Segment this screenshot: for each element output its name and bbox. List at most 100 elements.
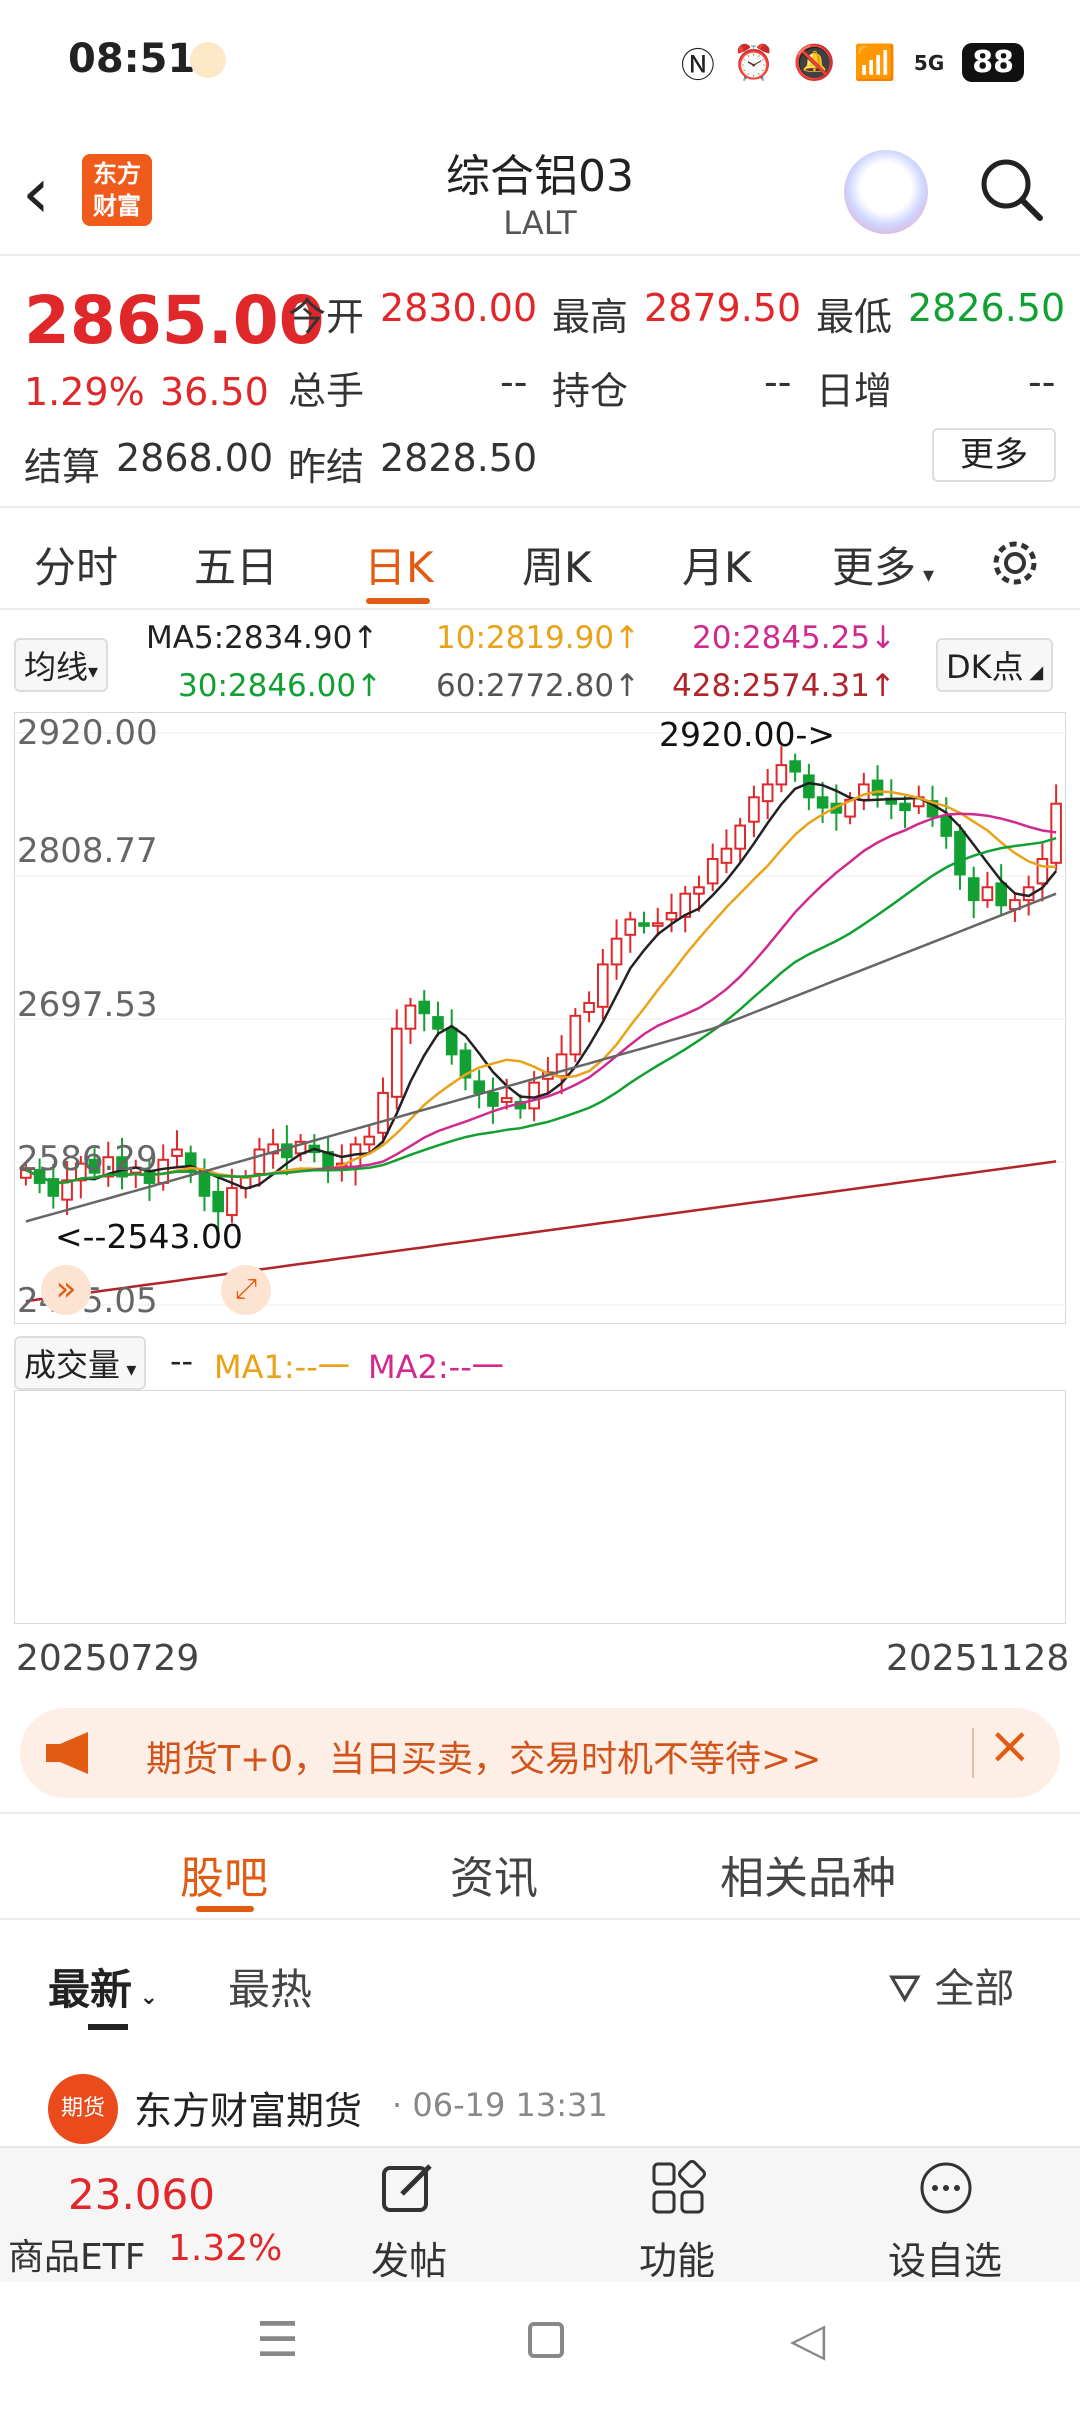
post-button[interactable]: 发帖	[334, 2230, 484, 2285]
candle-body	[624, 918, 637, 936]
ma30-value: 30:2846.00↑	[178, 668, 383, 704]
candle-body	[363, 1135, 376, 1146]
tab-forum[interactable]: 股吧	[180, 1842, 268, 1906]
ma428-value: 428:2574.31↑	[672, 668, 896, 704]
dk-point-button[interactable]: DK点 ◢	[936, 638, 1054, 692]
candle-body	[954, 830, 966, 876]
tab-related[interactable]: 相关品种	[720, 1842, 896, 1906]
tab-news[interactable]: 资讯	[450, 1842, 538, 1906]
y-tick-1: 2920.00	[17, 713, 158, 753]
home-icon[interactable]	[528, 2322, 564, 2358]
candle-body	[226, 1187, 238, 1217]
tab-five-day[interactable]: 五日	[194, 534, 278, 595]
robot-assistant-icon[interactable]	[844, 150, 928, 234]
corner-arrow-icon: ◢	[1023, 662, 1044, 683]
edit-icon[interactable]	[380, 2160, 436, 2216]
ma20-line	[25, 812, 1057, 1185]
promo-banner[interactable]: 期货T+0，当日买卖，交易时机不等待>> ×	[20, 1708, 1060, 1798]
back-icon[interactable]: ◁	[790, 2312, 825, 2366]
prev-settle-label: 昨结	[288, 445, 365, 489]
candle-body	[789, 760, 801, 773]
low-label: 最低	[816, 295, 893, 339]
function-button[interactable]: 功能	[602, 2230, 752, 2285]
volume-select-label: 成交量	[24, 1346, 121, 1384]
volume-legend-row: 成交量 ▾ -- MA1:--一 MA2:--一	[14, 1336, 1066, 1390]
etf-label[interactable]: 商品ETF	[8, 2228, 145, 2280]
tab-monthly-k[interactable]: 月K	[682, 534, 752, 595]
post-author: 东方财富期货	[134, 2089, 363, 2133]
megaphone-icon	[46, 1732, 88, 1774]
add-watchlist-button[interactable]: 设自选	[870, 2230, 1020, 2285]
candle-body	[500, 1097, 513, 1103]
ma5-value: MA5:2834.90↑	[146, 620, 379, 656]
ma10-value: 10:2819.90↑	[436, 620, 641, 656]
daily-increase-label: 日增	[816, 369, 893, 413]
settle-label: 结算	[24, 445, 101, 489]
tab-weekly-k[interactable]: 周K	[522, 534, 592, 595]
filter-label: 全部	[934, 1966, 1015, 2012]
chevron-down-icon: ⌄	[132, 1985, 159, 2010]
alarm-icon: ⏰	[732, 42, 776, 83]
community-tabs: 股吧 资讯 相关品种	[0, 1812, 1080, 1920]
post-item[interactable]: 期货 东方财富期货 · 06-19 13:31	[0, 2066, 1080, 2146]
volume-value: --	[500, 360, 528, 404]
fullscreen-icon[interactable]: ⤢	[221, 1265, 271, 1315]
candle-body	[377, 1091, 389, 1134]
search-icon[interactable]	[978, 156, 1044, 222]
apps-icon[interactable]	[650, 2160, 706, 2216]
close-icon[interactable]: ×	[988, 1716, 1032, 1776]
start-date: 20250729	[16, 1638, 200, 1679]
volume-dash: --	[170, 1342, 194, 1380]
candle-body	[720, 847, 733, 864]
open-interest-label: 持仓	[552, 369, 629, 413]
ma20-value: 20:2845.25↓	[692, 620, 897, 656]
volume-chart[interactable]	[14, 1390, 1066, 1624]
candle-body	[610, 937, 623, 966]
sort-hot[interactable]: 最热	[228, 1956, 312, 2017]
system-nav-bar: ☰ ◁	[0, 2282, 1080, 2412]
period-tabs: 分时 五日 日K 周K 月K 更多 ▾	[0, 506, 1080, 610]
change-amount: 36.50	[160, 370, 269, 414]
ma5-line	[25, 781, 1058, 1190]
candle-body	[157, 1158, 170, 1184]
etf-value[interactable]: 23.060	[68, 2170, 215, 2219]
active-tab-indicator	[366, 598, 430, 604]
more-dots-icon[interactable]	[918, 2160, 974, 2216]
tab-daily-k[interactable]: 日K	[364, 534, 434, 595]
status-bar: 08:51 Ⓝ ⏰ 🔕 📶 5G 88	[0, 0, 1080, 120]
volume-ma2: MA2:--一	[368, 1348, 504, 1386]
change-percent: 1.29%	[24, 370, 145, 414]
volume-select-button[interactable]: 成交量 ▾	[14, 1336, 147, 1390]
high-marker: 2920.00->	[659, 715, 836, 754]
candle-body	[473, 1080, 485, 1094]
candle-body	[418, 1000, 431, 1015]
candle-body	[171, 1148, 183, 1157]
filter-button[interactable]: ⛛ 全部	[888, 1956, 1014, 2014]
y-tick-4: 2586.29	[17, 1139, 158, 1179]
low-value: 2826.50	[908, 286, 1066, 330]
candle-body	[638, 922, 650, 927]
open-interest-value: --	[764, 360, 792, 404]
promo-text: 期货T+0，当日买卖，交易时机不等待>>	[146, 1739, 822, 1780]
etf-percent: 1.32%	[168, 2228, 283, 2269]
candle-body	[761, 783, 774, 803]
high-value: 2879.50	[644, 286, 802, 330]
sort-latest[interactable]: 最新 ⌄	[48, 1956, 158, 2017]
tab-intraday[interactable]: 分时	[34, 534, 118, 595]
tab-more[interactable]: 更多 ▾	[832, 534, 934, 595]
prev-settle-value: 2828.50	[380, 436, 538, 480]
tab-more-label: 更多	[832, 543, 917, 592]
y-tick-3: 2697.53	[17, 985, 158, 1025]
bottom-bar: 23.060 商品ETF 1.32% 发帖 功能 设自选	[0, 2146, 1080, 2285]
dropdown-arrow-icon: ▾	[88, 659, 99, 683]
ma-select-button[interactable]: 均线▾	[14, 638, 109, 692]
candle-body	[899, 802, 911, 812]
filter-icon: ⛛	[888, 1966, 935, 2012]
expand-left-icon[interactable]: »	[41, 1265, 91, 1315]
gear-icon[interactable]	[990, 538, 1040, 588]
kline-chart[interactable]: 2920.00 2808.77 2697.53 2586.29 2475.05 …	[14, 712, 1067, 1324]
candle-body	[706, 857, 719, 885]
menu-icon[interactable]: ☰	[256, 2312, 299, 2368]
more-button[interactable]: 更多	[932, 428, 1056, 482]
high-label: 最高	[552, 295, 629, 339]
